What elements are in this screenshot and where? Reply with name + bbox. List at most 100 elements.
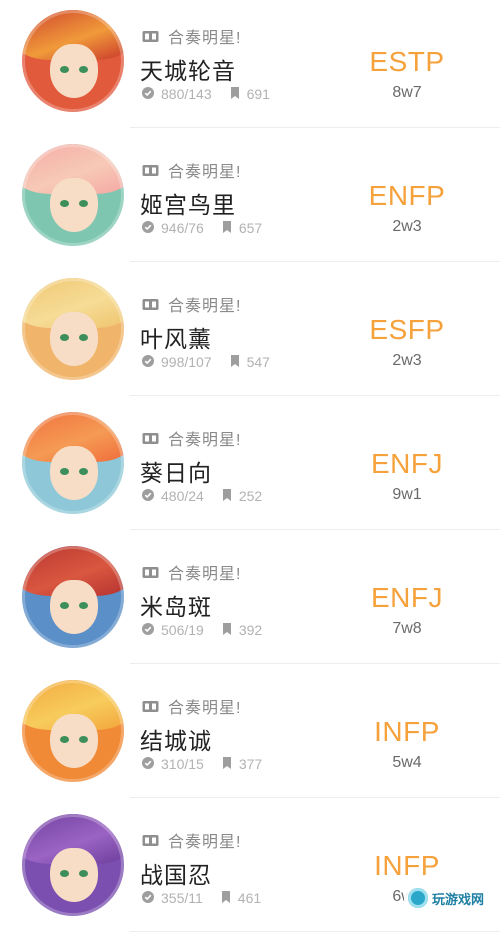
enneagram-type: 8w7 [392,84,422,101]
check-circle-icon [142,354,154,370]
source-label: 合奏明星! [142,694,241,718]
site-watermark: 玩游戏网 [403,886,490,910]
avatar[interactable] [22,278,124,380]
stats: 998/107 547 [142,354,270,370]
mbti-type: ESTP [369,46,445,77]
character-name[interactable]: 天城轮音 [140,52,236,86]
avatar[interactable] [22,546,124,648]
source-text: 合奏明星! [168,700,242,717]
source-label: 合奏明星! [142,426,241,450]
watermark-text: 玩游戏网 [431,891,484,907]
avatar[interactable] [22,680,124,782]
divider [130,395,500,396]
bookmark-count: 252 [238,488,263,504]
stats: 355/11 461 [142,890,261,906]
bookmark-icon [222,488,232,504]
bookmark-count: 461 [237,890,262,906]
bookmark-count: 547 [246,354,270,370]
check-circle-icon [142,890,154,906]
watermark-logo-icon [407,888,428,908]
source-label: 合奏明星! [142,560,241,584]
source-text: 合奏明星! [168,30,242,47]
list-item[interactable]: 合奏明星! 葵日向 480/24 252 ENFJ 9w1 [0,402,500,536]
character-name[interactable]: 米岛斑 [140,588,212,622]
avatar[interactable] [22,144,124,246]
source-text: 合奏明星! [168,432,242,449]
check-circle-icon [142,622,154,638]
divider [130,127,500,128]
list-item[interactable]: 合奏明星! 天城轮音 880/143 691 ESTP 8w7 [0,0,500,134]
divider [130,261,500,262]
gamepad-icon [142,700,159,713]
bookmark-count: 657 [238,220,263,236]
bookmark-icon [222,220,232,236]
mbti-type: INFP [374,716,440,747]
enneagram-type: 2w3 [392,352,422,369]
mbti-type: ENFJ [371,582,443,613]
check-circle-icon [142,86,154,102]
mbti-type: ENFJ [371,448,443,479]
stats: 480/24 252 [142,488,262,504]
source-label: 合奏明星! [142,828,241,852]
mbti-type: ESFP [369,314,445,345]
divider [130,931,500,932]
divider [130,663,500,664]
gamepad-icon [142,432,159,445]
gamepad-icon [142,566,159,579]
avatar[interactable] [22,814,124,916]
gamepad-icon [142,30,159,43]
avatar[interactable] [22,412,124,514]
bookmark-icon [222,622,232,638]
gamepad-icon [142,298,159,311]
character-name[interactable]: 战国忍 [140,856,212,890]
list-item[interactable]: 合奏明星! 米岛斑 506/19 392 ENFJ 7w8 [0,536,500,670]
stats: 880/143 691 [142,86,270,102]
vote-count: 480/24 [161,488,204,504]
bookmark-count: 377 [238,756,263,772]
divider [130,529,500,530]
personality-list: 合奏明星! 天城轮音 880/143 691 ESTP 8w7 合奏明星! 姬宫… [0,0,500,938]
character-name[interactable]: 姬宫鸟里 [140,186,236,220]
list-item[interactable]: 合奏明星! 战国忍 355/11 461 INFP 6w7 [0,804,500,938]
enneagram-type: 2w3 [392,218,422,235]
check-circle-icon [142,756,154,772]
stats: 310/15 377 [142,756,262,772]
source-text: 合奏明星! [168,298,242,315]
check-circle-icon [142,220,154,236]
avatar[interactable] [22,10,124,112]
character-name[interactable]: 叶风薰 [140,320,212,354]
source-label: 合奏明星! [142,292,241,316]
gamepad-icon [142,164,159,177]
check-circle-icon [142,488,154,504]
vote-count: 946/76 [161,220,204,236]
character-name[interactable]: 结城诚 [140,722,212,756]
stats: 506/19 392 [142,622,262,638]
bookmark-icon [222,756,232,772]
enneagram-type: 7w8 [392,620,422,637]
source-label: 合奏明星! [142,158,241,182]
mbti-type: ENFP [368,180,446,211]
list-item[interactable]: 合奏明星! 结城诚 310/15 377 INFP 5w4 [0,670,500,804]
vote-count: 355/11 [161,890,203,906]
list-item[interactable]: 合奏明星! 叶风薰 998/107 547 ESFP 2w3 [0,268,500,402]
vote-count: 310/15 [161,756,204,772]
bookmark-icon [230,354,240,370]
divider [130,797,500,798]
character-name[interactable]: 葵日向 [140,454,212,488]
bookmark-count: 691 [246,86,270,102]
bookmark-icon [221,890,231,906]
list-item[interactable]: 合奏明星! 姬宫鸟里 946/76 657 ENFP 2w3 [0,134,500,268]
bookmark-count: 392 [238,622,263,638]
vote-count: 506/19 [161,622,204,638]
source-text: 合奏明星! [168,164,242,181]
enneagram-type: 5w4 [392,754,422,771]
vote-count: 880/143 [161,86,212,102]
source-label: 合奏明星! [142,24,241,48]
source-text: 合奏明星! [168,834,242,851]
vote-count: 998/107 [161,354,212,370]
enneagram-type: 9w1 [392,486,422,503]
bookmark-icon [230,86,240,102]
mbti-type: INFP [374,850,440,881]
gamepad-icon [142,834,159,847]
source-text: 合奏明星! [168,566,242,583]
